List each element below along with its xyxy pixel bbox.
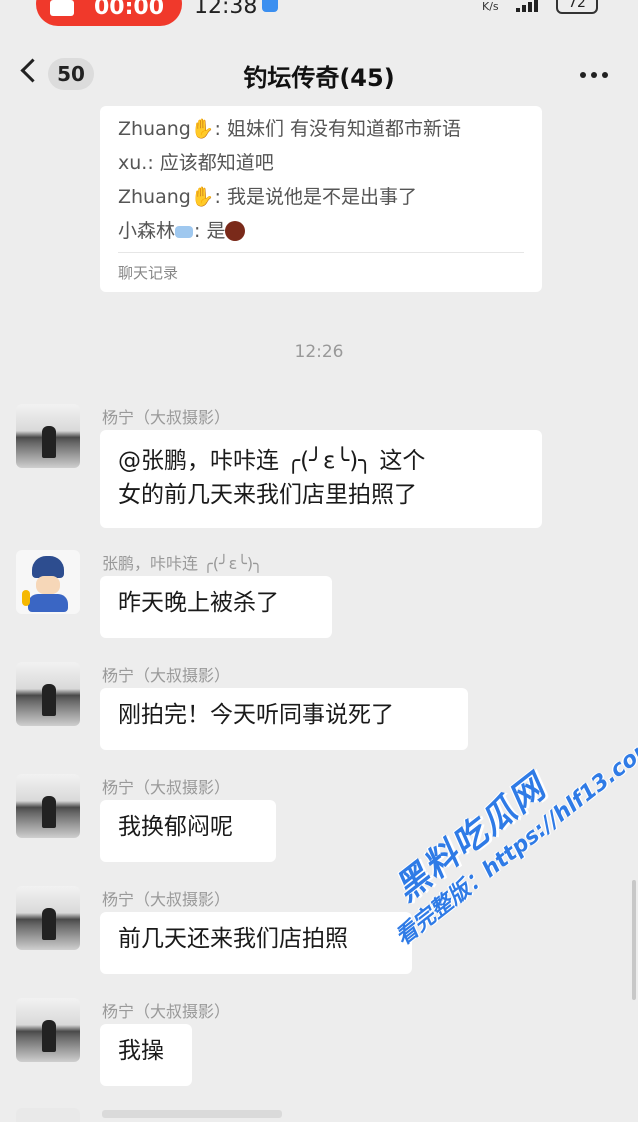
- hand-emoji-icon: ✋: [190, 186, 215, 208]
- screen-recording-indicator[interactable]: 00:00: [36, 0, 182, 26]
- message-text-line: 前几天还来我们店拍照: [118, 926, 348, 952]
- record-line: xu.: 应该都知道吧: [118, 148, 274, 175]
- watermark: 黑料吃瓜网 看完整版：https://hlf13.com: [360, 732, 638, 987]
- avatar[interactable]: [16, 1108, 80, 1122]
- signal-icon: [516, 0, 538, 12]
- message-bubble[interactable]: 我操: [100, 1024, 192, 1086]
- chat-header: 50 钓坛传奇(45): [0, 46, 638, 102]
- status-bar: 00:00 12:38 K/s 72: [0, 0, 638, 26]
- recording-time: 00:00: [94, 0, 165, 20]
- message-text-line: @张鹏，咔咔连 ╭(╯ε╰)╮ 这个: [118, 448, 426, 474]
- message-text-line: 女的前几天来我们店里拍照了: [118, 482, 417, 508]
- hand-emoji-icon: ✋: [190, 118, 215, 140]
- record-text: : 应该都知道吧: [147, 152, 274, 174]
- partial-message-row: [0, 1104, 638, 1122]
- message-timestamp: 12:26: [294, 342, 344, 362]
- record-sender: xu.: [118, 152, 148, 174]
- sender-name-placeholder: [102, 1110, 282, 1118]
- message-text-line: 刚拍完！今天听同事说死了: [118, 702, 394, 728]
- record-text: : 我是说他是不是出事了: [214, 186, 417, 208]
- chat-record-label: 聊天记录: [118, 264, 179, 282]
- sender-name: 杨宁（大叔摄影）: [102, 778, 231, 797]
- record-sender: Zhuang: [118, 186, 191, 208]
- chat-title: 钓坛传奇(45): [243, 64, 395, 92]
- notification-app-icon: [262, 0, 278, 12]
- network-speed: K/s: [482, 0, 499, 13]
- record-line: 小森林 : 是: [118, 216, 246, 243]
- sender-name: 杨宁（大叔摄影）: [102, 890, 231, 909]
- avatar[interactable]: [16, 662, 80, 726]
- cloud-emoji-icon: [175, 226, 194, 238]
- battery-level: 72: [556, 0, 598, 14]
- avatar[interactable]: [16, 404, 80, 468]
- face-emoji-icon: [225, 221, 246, 241]
- record-text: : 姐妹们 有没有知道都市新语: [214, 118, 462, 140]
- sender-name: 张鹏，咔咔连 ╭(╯ε╰)╮: [102, 554, 263, 573]
- avatar[interactable]: [16, 886, 80, 950]
- more-options-icon[interactable]: [580, 72, 608, 78]
- status-clock: 12:38: [194, 0, 258, 19]
- record-line: Zhuang✋: 姐妹们 有没有知道都市新语: [118, 114, 461, 141]
- message-bubble[interactable]: @张鹏，咔咔连 ╭(╯ε╰)╮ 这个 女的前几天来我们店里拍照了: [100, 430, 542, 528]
- avatar[interactable]: [16, 774, 80, 838]
- record-sender: 小森林: [118, 220, 176, 242]
- divider: [118, 252, 524, 253]
- message-bubble[interactable]: 昨天晚上被杀了: [100, 576, 332, 638]
- sender-name: 杨宁（大叔摄影）: [102, 1002, 231, 1021]
- record-line: Zhuang✋: 我是说他是不是出事了: [118, 182, 417, 209]
- avatar[interactable]: [16, 998, 80, 1062]
- message-text-line: 我换郁闷呢: [118, 814, 233, 840]
- sender-name: 杨宁（大叔摄影）: [102, 408, 231, 427]
- scrollbar[interactable]: [632, 880, 636, 1000]
- avatar[interactable]: [16, 550, 80, 614]
- message-bubble[interactable]: 我换郁闷呢: [100, 800, 276, 862]
- message-bubble[interactable]: 刚拍完！今天听同事说死了: [100, 688, 468, 750]
- sender-name: 杨宁（大叔摄影）: [102, 666, 231, 685]
- message-text-line: 昨天晚上被杀了: [118, 590, 279, 616]
- video-camera-icon: [50, 0, 74, 16]
- record-text: : 是: [194, 220, 226, 242]
- message-text-line: 我操: [118, 1038, 164, 1064]
- chat-record-card[interactable]: Zhuang✋: 姐妹们 有没有知道都市新语 xu.: 应该都知道吧 Zhuan…: [100, 106, 542, 292]
- record-sender: Zhuang: [118, 118, 191, 140]
